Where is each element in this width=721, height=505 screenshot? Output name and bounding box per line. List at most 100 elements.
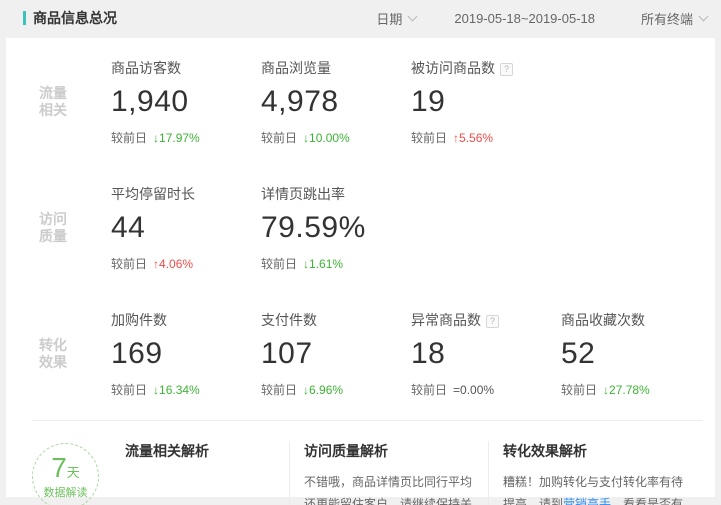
topbar-controls: 日期 2019-05-18~2019-05-18 所有终端 bbox=[376, 9, 707, 28]
metric-compare: 较前日 ↓10.00% bbox=[261, 129, 411, 146]
metric-compare: 较前日 ↓1.61% bbox=[261, 255, 411, 272]
insight-link[interactable]: 营销高手 bbox=[563, 497, 611, 505]
help-icon[interactable]: ? bbox=[500, 63, 513, 76]
metric-compare: 较前日 ↓17.97% bbox=[111, 129, 261, 146]
terminal-label: 所有终端 bbox=[641, 9, 693, 28]
metric-group: 商品访客数1,940较前日↓17.97%商品浏览量4,978较前日↓10.00%… bbox=[111, 58, 561, 146]
change-down-indicator: ↓27.78% bbox=[603, 383, 650, 397]
metric-card: 商品收藏次数 52 较前日 ↓27.78% bbox=[561, 310, 711, 398]
metric-label-row: 详情页跳出率 bbox=[261, 184, 411, 202]
metric-group: 平均停留时长44较前日↑4.06%详情页跳出率79.59%较前日↓1.61% bbox=[111, 184, 411, 272]
seven-day-badge: 7天 数据解读 bbox=[32, 443, 99, 505]
insight-column: 访问质量解析不错哦，商品详情页比同行平均还更能留住客户，请继续保持关注。 bbox=[290, 441, 488, 505]
compare-label: 较前日 bbox=[261, 383, 297, 397]
metric-card: 平均停留时长 44 较前日 ↑4.06% bbox=[111, 184, 261, 272]
insight-body: 不错哦，商品详情页比同行平均还更能留住客户，请继续保持关注。 bbox=[304, 471, 474, 505]
metric-value: 18 bbox=[411, 337, 561, 371]
metric-label: 支付件数 bbox=[261, 312, 317, 328]
compare-label: 较前日 bbox=[261, 131, 297, 145]
help-icon[interactable]: ? bbox=[486, 315, 499, 328]
change-down-indicator: ↓10.00% bbox=[303, 131, 350, 145]
change-down-indicator: ↓16.34% bbox=[153, 383, 200, 397]
metric-value: 107 bbox=[261, 337, 411, 371]
category-label: 访问质量 bbox=[39, 211, 71, 245]
metric-label: 商品收藏次数 bbox=[561, 312, 645, 328]
compare-label: 较前日 bbox=[411, 131, 447, 145]
metric-card: 被访问商品数? 19 较前日 ↑5.56% bbox=[411, 58, 561, 146]
insights-section: 7天 数据解读 流量相关解析访问质量解析不错哦，商品详情页比同行平均还更能留住客… bbox=[6, 421, 715, 505]
badge-unit: 天 bbox=[67, 465, 80, 480]
metric-card: 支付件数 107 较前日 ↓6.96% bbox=[261, 310, 411, 398]
metric-compare: 较前日 ↑4.06% bbox=[111, 255, 261, 272]
metric-label-row: 异常商品数? bbox=[411, 310, 561, 328]
change-up-indicator: ↑5.56% bbox=[453, 131, 493, 145]
page-title: 商品信息总况 bbox=[33, 8, 117, 28]
date-type-dropdown[interactable]: 日期 bbox=[376, 9, 416, 28]
metric-value: 169 bbox=[111, 337, 261, 371]
change-down-indicator: ↓1.61% bbox=[303, 257, 343, 271]
metric-label-row: 被访问商品数? bbox=[411, 58, 561, 76]
metric-row: 流量相关商品访客数1,940较前日↓17.97%商品浏览量4,978较前日↓10… bbox=[6, 42, 715, 162]
title-accent-bar bbox=[23, 11, 26, 25]
insight-heading: 访问质量解析 bbox=[304, 441, 474, 461]
date-range-display[interactable]: 2019-05-18~2019-05-18 bbox=[454, 11, 595, 26]
chevron-down-icon bbox=[699, 12, 709, 22]
change-flat-indicator: =0.00% bbox=[453, 383, 494, 397]
insight-column: 转化效果解析糟糕！加购转化与支付转化率有待提高，请到营销高手，看看是否有合适的手… bbox=[489, 441, 703, 505]
metric-card: 加购件数 169 较前日 ↓16.34% bbox=[111, 310, 261, 398]
metric-row: 转化效果加购件数169较前日↓16.34%支付件数107较前日↓6.96%异常商… bbox=[6, 294, 715, 414]
metric-value: 19 bbox=[411, 85, 561, 119]
content-card: 流量相关商品访客数1,940较前日↓17.97%商品浏览量4,978较前日↓10… bbox=[6, 38, 715, 497]
metric-compare: 较前日 ↓27.78% bbox=[561, 381, 711, 398]
insight-column: 流量相关解析 bbox=[111, 441, 289, 505]
topbar: 商品信息总况 日期 2019-05-18~2019-05-18 所有终端 bbox=[0, 0, 721, 36]
change-down-indicator: ↓17.97% bbox=[153, 131, 200, 145]
category-label: 流量相关 bbox=[39, 85, 71, 119]
page-title-wrap: 商品信息总况 bbox=[23, 8, 117, 28]
metric-compare: 较前日 ↓16.34% bbox=[111, 381, 261, 398]
metric-label-row: 加购件数 bbox=[111, 310, 261, 328]
insight-heading: 流量相关解析 bbox=[125, 441, 275, 461]
metrics-rows: 流量相关商品访客数1,940较前日↓17.97%商品浏览量4,978较前日↓10… bbox=[6, 42, 715, 414]
badge-number: 7 bbox=[51, 452, 67, 483]
category-label: 转化效果 bbox=[39, 337, 71, 371]
metric-label: 商品浏览量 bbox=[261, 60, 331, 76]
compare-label: 较前日 bbox=[111, 257, 147, 271]
metric-card: 详情页跳出率79.59%较前日↓1.61% bbox=[261, 184, 411, 272]
insight-heading: 转化效果解析 bbox=[503, 441, 689, 461]
metric-label: 异常商品数 bbox=[411, 312, 481, 328]
badge-caption: 数据解读 bbox=[44, 484, 88, 500]
compare-label: 较前日 bbox=[561, 383, 597, 397]
insight-columns: 流量相关解析访问质量解析不错哦，商品详情页比同行平均还更能留住客户，请继续保持关… bbox=[111, 441, 703, 505]
metric-label-row: 商品访客数 bbox=[111, 58, 261, 76]
metric-label: 被访问商品数 bbox=[411, 60, 495, 76]
metric-card: 异常商品数? 18 较前日 =0.00% bbox=[411, 310, 561, 398]
terminal-dropdown[interactable]: 所有终端 bbox=[641, 9, 707, 28]
metric-label: 加购件数 bbox=[111, 312, 167, 328]
metric-label-row: 支付件数 bbox=[261, 310, 411, 328]
metric-label: 商品访客数 bbox=[111, 60, 181, 76]
insight-body: 糟糕！加购转化与支付转化率有待提高，请到营销高手，看看是否有合适的手段来促进转化… bbox=[503, 471, 689, 505]
metric-label-row: 商品浏览量 bbox=[261, 58, 411, 76]
compare-label: 较前日 bbox=[111, 383, 147, 397]
metric-compare: 较前日 ↑5.56% bbox=[411, 129, 561, 146]
date-type-label: 日期 bbox=[376, 9, 402, 28]
metric-value: 1,940 bbox=[111, 85, 261, 119]
page: 商品信息总况 日期 2019-05-18~2019-05-18 所有终端 流量相… bbox=[0, 0, 721, 497]
change-up-indicator: ↑4.06% bbox=[153, 257, 193, 271]
metric-label: 详情页跳出率 bbox=[261, 186, 345, 202]
compare-label: 较前日 bbox=[411, 383, 447, 397]
metric-card: 商品访客数 1,940 较前日 ↓17.97% bbox=[111, 58, 261, 146]
metric-compare: 较前日 =0.00% bbox=[411, 381, 561, 398]
metric-compare: 较前日 ↓6.96% bbox=[261, 381, 411, 398]
change-down-indicator: ↓6.96% bbox=[303, 383, 343, 397]
metric-label: 平均停留时长 bbox=[111, 186, 195, 202]
compare-label: 较前日 bbox=[261, 257, 297, 271]
metric-value: 44 bbox=[111, 211, 261, 245]
metric-card: 商品浏览量4,978较前日↓10.00% bbox=[261, 58, 411, 146]
chevron-down-icon bbox=[408, 12, 418, 22]
metric-value: 52 bbox=[561, 337, 711, 371]
metric-label-row: 商品收藏次数 bbox=[561, 310, 711, 328]
compare-label: 较前日 bbox=[111, 131, 147, 145]
metric-group: 加购件数169较前日↓16.34%支付件数107较前日↓6.96%异常商品数?1… bbox=[111, 310, 711, 398]
